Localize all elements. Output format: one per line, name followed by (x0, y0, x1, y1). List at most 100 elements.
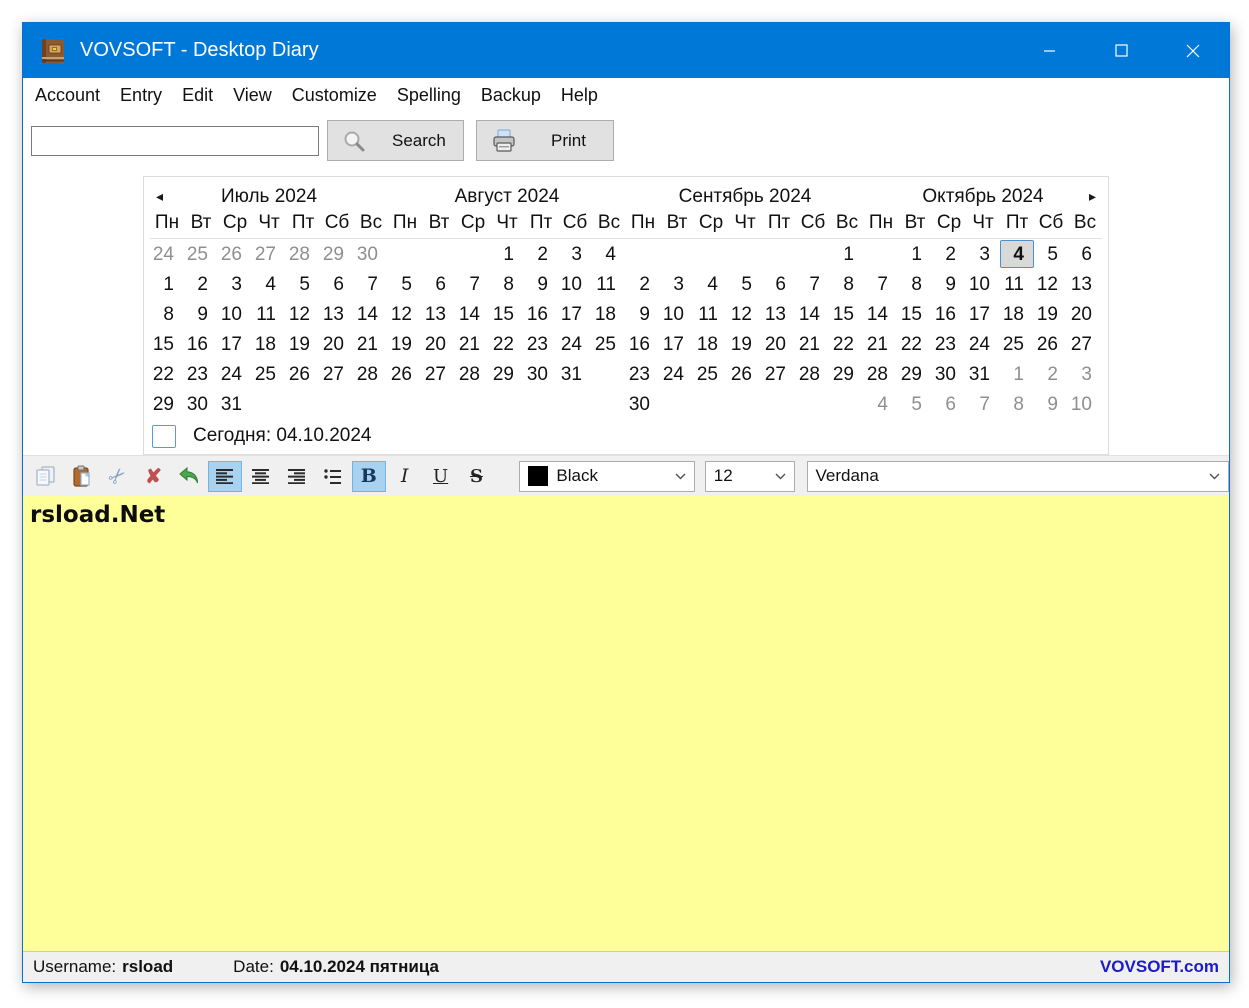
calendar-day-cell[interactable]: 27 (320, 360, 354, 388)
calendar-day-cell[interactable]: 8 (490, 270, 524, 298)
menu-backup[interactable]: Backup (471, 78, 551, 112)
calendar-day-cell[interactable]: 20 (1068, 300, 1102, 328)
calendar-day-cell[interactable]: 5 (898, 390, 932, 418)
calendar-day-cell[interactable]: 14 (864, 300, 898, 328)
calendar-day-cell[interactable]: 27 (422, 360, 456, 388)
calendar-day-cell[interactable]: 21 (456, 330, 490, 358)
calendar-day-cell[interactable]: 29 (830, 360, 864, 388)
calendar-day-cell[interactable]: 22 (898, 330, 932, 358)
menu-spelling[interactable]: Spelling (387, 78, 471, 112)
calendar-day-cell[interactable]: 6 (320, 270, 354, 298)
calendar-day-cell[interactable]: 26 (218, 240, 252, 268)
calendar-day-cell[interactable]: 4 (694, 270, 728, 298)
calendar-day-cell[interactable]: 4 (592, 240, 626, 268)
calendar-day-cell[interactable]: 9 (524, 270, 558, 298)
calendar-day-cell[interactable]: 18 (252, 330, 286, 358)
delete-button[interactable]: ✘ (137, 461, 171, 492)
calendar-day-cell[interactable]: 28 (456, 360, 490, 388)
calendar-day-cell[interactable]: 26 (1034, 330, 1068, 358)
calendar-day-cell[interactable]: 23 (184, 360, 218, 388)
calendar-day-cell[interactable]: 15 (830, 300, 864, 328)
calendar-day-cell[interactable]: 24 (150, 240, 184, 268)
bold-button[interactable]: B (352, 461, 386, 492)
vovsoft-link[interactable]: VOVSOFT.com (1100, 957, 1219, 977)
calendar-day-cell[interactable]: 10 (218, 300, 252, 328)
calendar-day-cell[interactable]: 18 (592, 300, 626, 328)
calendar-day-cell[interactable]: 24 (558, 330, 592, 358)
calendar-day-cell[interactable]: 5 (286, 270, 320, 298)
calendar-day-cell[interactable]: 15 (150, 330, 184, 358)
calendar-day-cell[interactable]: 6 (932, 390, 966, 418)
calendar-day-cell[interactable]: 30 (184, 390, 218, 418)
calendar-day-cell[interactable]: 25 (252, 360, 286, 388)
copy-button[interactable] (29, 461, 63, 492)
calendar-day-cell[interactable]: 29 (320, 240, 354, 268)
calendar-day-cell[interactable]: 27 (1068, 330, 1102, 358)
menu-entry[interactable]: Entry (110, 78, 172, 112)
calendar-day-cell[interactable]: 22 (830, 330, 864, 358)
calendar-day-cell[interactable]: 28 (864, 360, 898, 388)
calendar-day-cell[interactable]: 17 (660, 330, 694, 358)
calendar-day-cell[interactable]: 3 (558, 240, 592, 268)
calendar-day-cell[interactable]: 25 (592, 330, 626, 358)
menu-account[interactable]: Account (25, 78, 110, 112)
calendar-day-cell[interactable]: 7 (864, 270, 898, 298)
calendar-day-cell[interactable]: 24 (660, 360, 694, 388)
calendar-day-cell[interactable]: 1 (898, 240, 932, 268)
calendar-day-cell[interactable]: 5 (1034, 240, 1068, 268)
calendar-day-cell[interactable]: 20 (320, 330, 354, 358)
calendar-day-cell[interactable]: 16 (524, 300, 558, 328)
calendar-day-cell[interactable]: 2 (932, 240, 966, 268)
font-size-select[interactable]: 12 (705, 461, 795, 492)
bullet-list-button[interactable] (316, 461, 350, 492)
undo-button[interactable] (173, 461, 207, 492)
calendar-day-cell[interactable]: 28 (286, 240, 320, 268)
calendar-day-cell[interactable]: 24 (218, 360, 252, 388)
calendar-day-cell[interactable]: 19 (388, 330, 422, 358)
calendar-day-cell[interactable]: 3 (966, 240, 1000, 268)
calendar-day-cell[interactable]: 4 (252, 270, 286, 298)
calendar-day-cell[interactable]: 17 (218, 330, 252, 358)
calendar-day-cell[interactable]: 30 (354, 240, 388, 268)
calendar-day-cell[interactable]: 23 (932, 330, 966, 358)
calendar-day-cell[interactable]: 13 (422, 300, 456, 328)
calendar-day-cell[interactable]: 13 (320, 300, 354, 328)
calendar-day-cell[interactable]: 12 (286, 300, 320, 328)
calendar-day-cell[interactable]: 30 (932, 360, 966, 388)
italic-button[interactable]: I (388, 461, 422, 492)
calendar-day-cell[interactable]: 11 (1000, 270, 1034, 298)
calendar-day-cell[interactable]: 11 (252, 300, 286, 328)
calendar-day-cell[interactable]: 28 (796, 360, 830, 388)
calendar-day-cell[interactable]: 6 (422, 270, 456, 298)
paste-button[interactable] (65, 461, 99, 492)
align-center-button[interactable] (244, 461, 278, 492)
calendar-day-cell[interactable]: 23 (524, 330, 558, 358)
calendar-day-cell[interactable]: 9 (1034, 390, 1068, 418)
calendar-day-cell[interactable]: 7 (966, 390, 1000, 418)
align-left-button[interactable] (208, 461, 242, 492)
calendar-day-cell[interactable]: 18 (1000, 300, 1034, 328)
calendar-day-cell[interactable]: 26 (728, 360, 762, 388)
calendar-day-cell[interactable]: 21 (796, 330, 830, 358)
calendar-day-cell[interactable]: 12 (388, 300, 422, 328)
calendar-day-cell[interactable]: 20 (422, 330, 456, 358)
calendar-day-cell[interactable]: 21 (864, 330, 898, 358)
calendar-day-cell[interactable]: 20 (762, 330, 796, 358)
calendar-day-cell[interactable]: 28 (354, 360, 388, 388)
calendar-day-cell[interactable]: 12 (1034, 270, 1068, 298)
calendar-day-cell[interactable]: 29 (898, 360, 932, 388)
calendar-day-cell[interactable]: 9 (932, 270, 966, 298)
calendar-day-cell[interactable]: 13 (762, 300, 796, 328)
menu-edit[interactable]: Edit (172, 78, 223, 112)
calendar-day-cell[interactable]: 14 (796, 300, 830, 328)
today-indicator-box[interactable] (152, 425, 176, 448)
calendar-day-cell[interactable]: 16 (932, 300, 966, 328)
calendar-day-cell[interactable]: 17 (966, 300, 1000, 328)
strikethrough-button[interactable]: S (460, 461, 494, 492)
calendar-day-cell[interactable]: 30 (524, 360, 558, 388)
calendar-day-cell[interactable]: 27 (762, 360, 796, 388)
calendar-day-cell[interactable]: 1 (1000, 360, 1034, 388)
calendar-day-cell[interactable]: 3 (218, 270, 252, 298)
calendar-next-icon[interactable]: ▸ (1089, 186, 1096, 206)
calendar-day-cell[interactable]: 7 (796, 270, 830, 298)
